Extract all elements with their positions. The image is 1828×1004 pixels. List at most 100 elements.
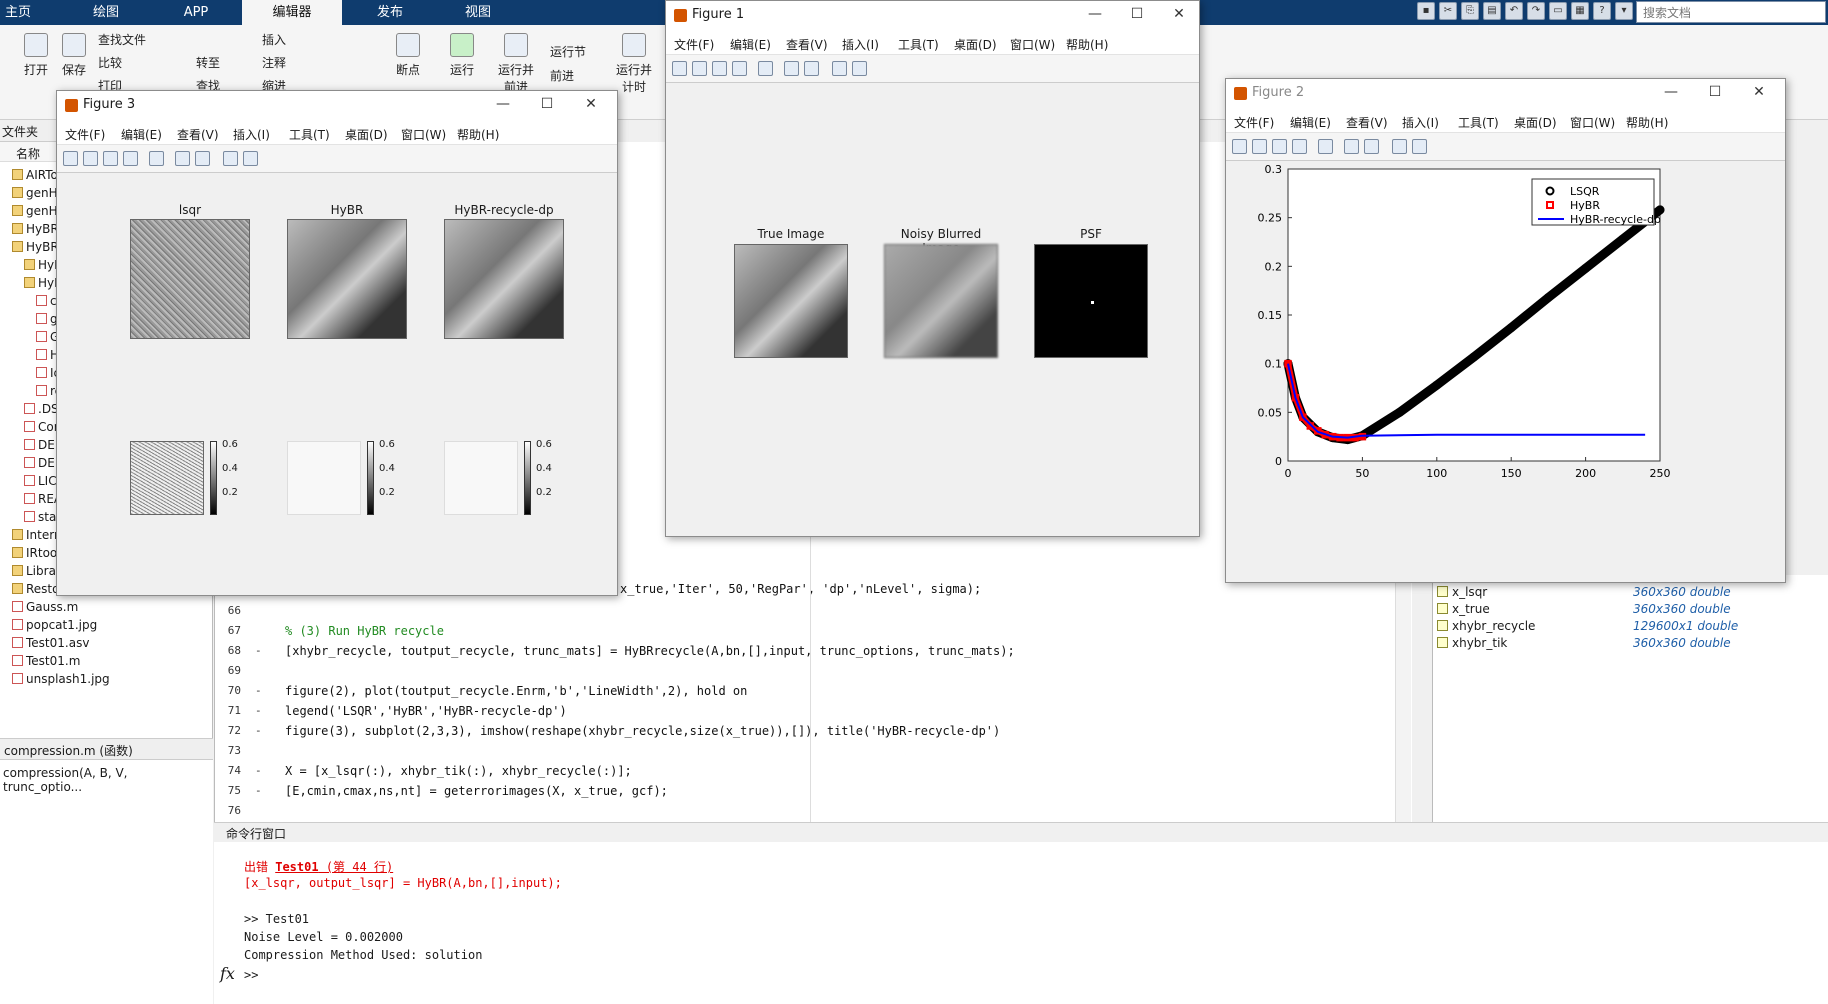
figure-1-window[interactable]: Figure 1 — ☐ ✕ 文件(F) 编辑(E) 查看(V) 插入(I) 工具(T)… — [665, 0, 1200, 537]
figure-menu-item[interactable]: 文件(F) — [1234, 114, 1274, 131]
figure-menu-item[interactable]: 查看(V) — [1346, 114, 1388, 131]
run-section-button[interactable]: 运行节 — [550, 43, 586, 60]
figure-3-titlebar[interactable]: Figure 3 — ☐ ✕ — [57, 91, 617, 121]
switch-window-icon[interactable]: ▭ — [1549, 2, 1567, 20]
pointer-icon[interactable] — [1392, 139, 1407, 154]
figure-menu-item[interactable]: 窗口(W) — [1010, 36, 1055, 53]
figure-2-titlebar[interactable]: Figure 2 — ☐ ✕ — [1226, 79, 1785, 109]
figure-menu-item[interactable]: 查看(V) — [177, 126, 219, 143]
layout-icon[interactable]: ▦ — [1571, 2, 1589, 20]
figure-menu-item[interactable]: 桌面(D) — [954, 36, 997, 53]
find-files-button[interactable]: 查找文件 — [98, 31, 146, 48]
breakpoint-marker[interactable]: - — [255, 784, 262, 797]
figure-menu-item[interactable]: 窗口(W) — [1570, 114, 1615, 131]
run-advance-button[interactable]: 运行并 前进 — [494, 33, 538, 95]
compare-button[interactable]: 比较 — [98, 54, 122, 71]
figure-menu-item[interactable]: 桌面(D) — [1514, 114, 1557, 131]
figure-menu-item[interactable]: 帮助(H) — [457, 126, 499, 143]
minimize-icon[interactable]: — — [1657, 84, 1685, 100]
tab-home[interactable]: 主页 — [0, 0, 36, 25]
workspace-variable[interactable]: xhybr_tik 360x360 double — [1433, 636, 1731, 650]
property-icon[interactable] — [852, 61, 867, 76]
close-icon[interactable]: ✕ — [1165, 6, 1193, 22]
pointer-icon[interactable] — [223, 151, 238, 166]
minimize-icon[interactable]: — — [489, 96, 517, 112]
figure-menu-item[interactable]: 帮助(H) — [1066, 36, 1108, 53]
print-icon[interactable] — [123, 151, 138, 166]
tab-editor[interactable]: 编辑器 — [242, 0, 342, 25]
figure-menu-item[interactable]: 窗口(W) — [401, 126, 446, 143]
close-icon[interactable]: ✕ — [577, 96, 605, 112]
maximize-icon[interactable]: ☐ — [1701, 84, 1729, 100]
error-location-link[interactable]: (第 44 行) — [319, 860, 393, 874]
figure-menu-item[interactable]: 帮助(H) — [1626, 114, 1668, 131]
colorbar-icon[interactable] — [175, 151, 190, 166]
details-header[interactable]: compression.m (函数) — [0, 738, 213, 760]
legend-icon[interactable] — [1364, 139, 1379, 154]
advance-button[interactable]: 前进 — [550, 67, 574, 84]
workspace-variable[interactable]: x_lsqr 360x360 double — [1433, 585, 1731, 599]
workspace-variable[interactable]: xhybr_recycle 129600x1 double — [1433, 619, 1738, 633]
figure-menu-item[interactable]: 文件(F) — [65, 126, 105, 143]
code-line[interactable]: % (3) Run HyBR recycle — [285, 624, 444, 638]
open-icon[interactable] — [1252, 139, 1267, 154]
link-icon[interactable] — [758, 61, 773, 76]
undo-icon[interactable]: ↶ — [1505, 2, 1523, 20]
dropdown-icon[interactable]: ▾ — [1615, 2, 1633, 20]
link-icon[interactable] — [1318, 139, 1333, 154]
run-time-button[interactable]: 运行并 计时 — [612, 33, 656, 95]
pointer-icon[interactable] — [832, 61, 847, 76]
link-icon[interactable] — [149, 151, 164, 166]
open-icon[interactable] — [83, 151, 98, 166]
figure-3-window[interactable]: Figure 3 — ☐ ✕ 文件(F) 编辑(E) 查看(V) 插入(I) 工具(T)… — [56, 90, 618, 596]
insert-button[interactable]: 插入 — [262, 31, 286, 48]
code-line[interactable]: [E,cmin,cmax,ns,nt] = geterrorimages(X, … — [285, 784, 668, 798]
save-icon[interactable] — [1272, 139, 1287, 154]
figure-menu-item[interactable]: 编辑(E) — [121, 126, 162, 143]
file-list-item[interactable]: HyBR — [12, 222, 59, 236]
open-button[interactable]: 打开 — [18, 33, 54, 78]
figure-menu-item[interactable]: 工具(T) — [289, 126, 330, 143]
legend-icon[interactable] — [804, 61, 819, 76]
file-list-item[interactable]: Gauss.m — [12, 600, 78, 614]
legend-icon[interactable] — [195, 151, 210, 166]
command-prompt[interactable]: >> — [244, 968, 258, 982]
new-figure-icon[interactable] — [672, 61, 687, 76]
code-line[interactable]: legend('LSQR','HyBR','HyBR-recycle-dp') — [285, 704, 567, 718]
breakpoint-marker[interactable]: - — [255, 704, 262, 717]
figure-2-window[interactable]: Figure 2 — ☐ ✕ 文件(F) 编辑(E) 查看(V) 插入(I) 工具(T)… — [1225, 78, 1786, 583]
file-list-item[interactable]: Test01.m — [12, 654, 80, 668]
figure-menu-item[interactable]: 编辑(E) — [730, 36, 771, 53]
save-icon[interactable]: ▪ — [1417, 2, 1435, 20]
property-icon[interactable] — [1412, 139, 1427, 154]
breakpoint-marker[interactable]: - — [255, 724, 262, 737]
error-norm-plot[interactable]: 0 50 100 150 200 250 0 0.05 0.1 0.15 0.2 0.25 0.3 LSQ… — [1226, 163, 1786, 583]
property-icon[interactable] — [243, 151, 258, 166]
redo-icon[interactable]: ↷ — [1527, 2, 1545, 20]
tab-plots[interactable]: 绘图 — [80, 0, 132, 25]
open-icon[interactable] — [692, 61, 707, 76]
code-line[interactable]: figure(2), plot(toutput_recycle.Enrm,'b'… — [285, 684, 747, 698]
run-button[interactable]: 运行 — [444, 33, 480, 78]
comment-button[interactable]: 注释 — [262, 54, 286, 71]
colorbar-icon[interactable] — [1344, 139, 1359, 154]
figure-menu-item[interactable]: 插入(I) — [233, 126, 270, 143]
maximize-icon[interactable]: ☐ — [533, 96, 561, 112]
figure-menu-item[interactable]: 工具(T) — [898, 36, 939, 53]
tab-publish[interactable]: 发布 — [360, 0, 420, 25]
close-icon[interactable]: ✕ — [1745, 84, 1773, 100]
breakpoint-marker[interactable]: - — [255, 684, 262, 697]
workspace-variable[interactable]: x_true 360x360 double — [1433, 602, 1731, 616]
new-figure-icon[interactable] — [1232, 139, 1247, 154]
figure-menu-item[interactable]: 插入(I) — [1402, 114, 1439, 131]
save-icon[interactable] — [103, 151, 118, 166]
maximize-icon[interactable]: ☐ — [1123, 6, 1151, 22]
save-button[interactable]: 保存 — [56, 33, 92, 78]
breakpoint-marker[interactable]: - — [255, 644, 262, 657]
code-line[interactable]: X = [x_lsqr(:), xhybr_tik(:), xhybr_recy… — [285, 764, 632, 778]
code-line[interactable]: figure(3), subplot(2,3,3), imshow(reshap… — [285, 724, 1000, 738]
file-list-item[interactable]: Test01.asv — [12, 636, 89, 650]
goto-button[interactable]: 转至 — [196, 54, 220, 71]
save-icon[interactable] — [712, 61, 727, 76]
copy-icon[interactable]: ⎘ — [1461, 2, 1479, 20]
